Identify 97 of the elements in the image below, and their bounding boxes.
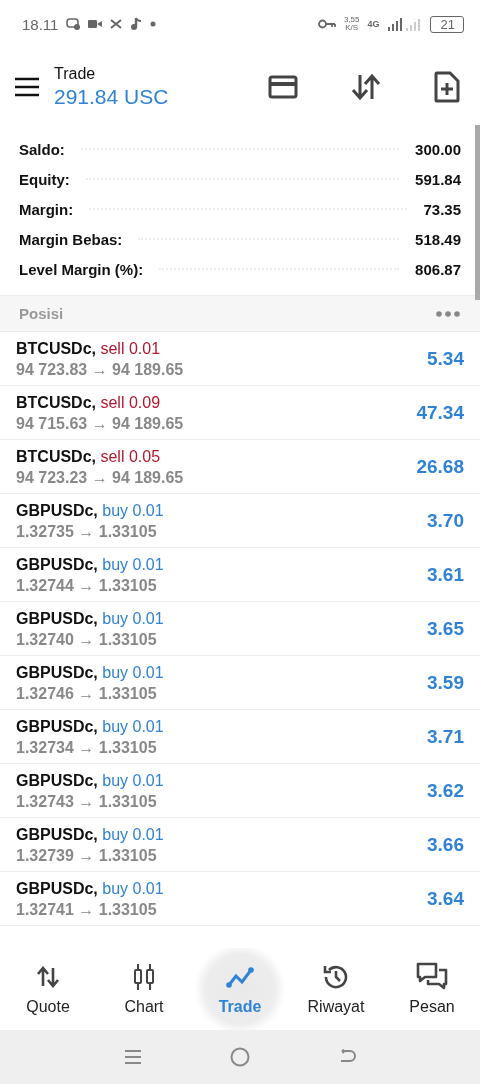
profit-value: 3.66 (427, 833, 464, 856)
clock: 18.11 (22, 15, 59, 33)
price-change: 1.32734 → 1.33105 (16, 737, 158, 758)
new-document-icon[interactable] (434, 70, 460, 103)
profit-value: 3.71 (427, 725, 464, 748)
profit-value: 3.61 (427, 563, 464, 586)
candlestick-icon (132, 963, 156, 991)
section-title: Posisi (19, 305, 64, 322)
order-label: buy 0.01 (102, 771, 164, 789)
profit-value: 3.70 (427, 509, 464, 532)
account-balance: 291.84 USC (54, 84, 170, 109)
summary-value: 518.49 (415, 230, 461, 248)
profit-value: 47.34 (416, 401, 464, 424)
profit-value: 3.64 (427, 887, 464, 910)
music-note-icon (130, 17, 143, 31)
price-change: 1.32739 → 1.33105 (16, 845, 158, 866)
position-row[interactable]: GBPUSDc, buy 0.01 1.32746 → 1.33105 3.59 (0, 656, 480, 709)
symbol-label: GBPUSDc, (16, 555, 98, 573)
price-change: 1.32744 → 1.33105 (16, 575, 158, 596)
position-row[interactable]: BTCUSDc, sell 0.09 94 715.63 → 94 189.65 47.34 (0, 386, 480, 439)
price-change: 94 723.83 → 94 189.65 (16, 359, 185, 380)
symbol-label: GBPUSDc, (16, 663, 98, 681)
position-row[interactable]: GBPUSDc, buy 0.01 1.32740 → 1.33105 3.65 (0, 602, 480, 655)
order-label: buy 0.01 (102, 717, 164, 735)
price-change: 94 723.23 → 94 189.65 (16, 467, 185, 488)
home-icon[interactable] (230, 1047, 250, 1067)
summary-value: 806.87 (415, 260, 461, 278)
nav-tab[interactable]: Quote (0, 948, 96, 1030)
profit-value: 3.65 (427, 617, 464, 640)
price-change: 1.32746 → 1.33105 (16, 683, 158, 704)
symbol-label: BTCUSDc, (16, 447, 96, 465)
order-label: buy 0.01 (102, 663, 164, 681)
summary-label: Margin Bebas: (19, 230, 123, 248)
battery-indicator: 21 (429, 15, 464, 33)
symbol-label: GBPUSDc, (16, 825, 98, 843)
line-chart-icon (226, 966, 254, 988)
back-icon[interactable] (338, 1049, 356, 1065)
dot-icon (150, 21, 157, 27)
sort-arrows-icon[interactable] (350, 72, 382, 101)
order-label: sell 0.05 (100, 447, 161, 465)
chat-icon (416, 962, 448, 992)
nav-tab[interactable]: Chart (96, 948, 192, 1030)
position-row[interactable]: GBPUSDc, buy 0.01 1.32739 → 1.33105 3.66 (0, 818, 480, 871)
recent-apps-icon[interactable] (124, 1049, 142, 1065)
price-change: 1.32735 → 1.33105 (16, 521, 158, 542)
summary-label: Margin: (19, 200, 74, 218)
position-row[interactable]: GBPUSDc, buy 0.01 1.32735 → 1.33105 3.70 (0, 494, 480, 547)
profit-value: 3.62 (427, 779, 464, 802)
position-row[interactable]: GBPUSDc, buy 0.01 1.32734 → 1.33105 3.71 (0, 710, 480, 763)
order-label: sell 0.01 (100, 339, 161, 357)
chat-icon (66, 18, 81, 30)
network-type: 4G (367, 19, 380, 29)
scrollbar[interactable] (475, 125, 480, 300)
position-row[interactable]: GBPUSDc, buy 0.01 1.32743 → 1.33105 3.62 (0, 764, 480, 817)
network-speed: 3,55 K/S (343, 16, 360, 32)
order-label: sell 0.09 (100, 393, 161, 411)
key-icon (317, 19, 336, 29)
history-icon (322, 963, 350, 991)
symbol-label: GBPUSDc, (16, 879, 98, 897)
summary-value: 73.35 (423, 200, 461, 218)
order-label: buy 0.01 (102, 501, 164, 519)
symbol-label: GBPUSDc, (16, 717, 98, 735)
more-icon[interactable] (436, 310, 460, 317)
symbol-label: GBPUSDc, (16, 609, 98, 627)
symbol-label: BTCUSDc, (16, 339, 96, 357)
signal-icon (387, 17, 422, 31)
position-row[interactable]: GBPUSDc, buy 0.01 1.32744 → 1.33105 3.61 (0, 548, 480, 601)
order-label: buy 0.01 (102, 825, 164, 843)
profit-value: 3.59 (427, 671, 464, 694)
cross-icon (110, 19, 123, 29)
price-change: 1.32743 → 1.33105 (16, 791, 158, 812)
nav-tab[interactable]: Riwayat (288, 948, 384, 1030)
profit-value: 26.68 (416, 455, 464, 478)
order-label: buy 0.01 (102, 555, 164, 573)
position-row[interactable]: BTCUSDc, sell 0.05 94 723.23 → 94 189.65 26.68 (0, 440, 480, 493)
price-change: 1.32741 → 1.33105 (16, 899, 158, 920)
order-label: buy 0.01 (102, 879, 164, 897)
video-icon (88, 19, 103, 29)
summary-label: Level Margin (%): (19, 260, 144, 278)
summary-label: Equity: (19, 170, 70, 188)
price-change: 1.32740 → 1.33105 (16, 629, 158, 650)
screen-title: Trade (54, 64, 97, 83)
price-change: 94 715.63 → 94 189.65 (16, 413, 185, 434)
profit-value: 5.34 (427, 347, 464, 370)
menu-icon[interactable] (14, 76, 40, 97)
position-row[interactable]: GBPUSDc, buy 0.01 1.32741 → 1.33105 3.64 (0, 872, 480, 925)
position-row[interactable]: BTCUSDc, sell 0.01 94 723.83 → 94 189.65 5.34 (0, 332, 480, 385)
card-icon[interactable] (268, 74, 298, 99)
summary-label: Saldo: (19, 140, 65, 158)
nav-tab[interactable]: Pesan (384, 948, 480, 1030)
sort-arrows-icon (36, 966, 60, 988)
summary-value: 591.84 (415, 170, 461, 188)
order-label: buy 0.01 (102, 609, 164, 627)
symbol-label: BTCUSDc, (16, 393, 96, 411)
summary-value: 300.00 (415, 140, 461, 158)
symbol-label: GBPUSDc, (16, 771, 98, 789)
symbol-label: GBPUSDc, (16, 501, 98, 519)
